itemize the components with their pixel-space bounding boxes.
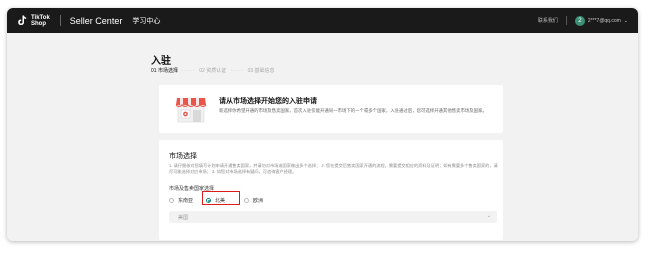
country-select[interactable]: 美国 ⌄ (169, 211, 497, 223)
contact-us-link[interactable]: 联系我们 (538, 17, 558, 24)
step-market-selection: 01 市场选择 (151, 68, 178, 74)
step-basic-info: 03 基础信息 (247, 68, 275, 74)
step-indicator: 01 市场选择 ····· 02 资质认证 ····· 03 基础信息 (151, 67, 275, 75)
shop-storefront-icon (175, 94, 207, 124)
radio-circle[interactable] (169, 198, 174, 203)
step-qualification: 02 资质认证 (199, 68, 227, 74)
country-select-value: 美国 (178, 215, 189, 221)
radio-southeast-asia[interactable]: 东南亚 (169, 197, 193, 204)
radio-north-america[interactable]: 北美 (206, 197, 225, 204)
top-navbar: TikTok Shop Seller Center 学习中心 联系我们 2 2*… (7, 8, 638, 33)
page-title: 入驻 (151, 56, 171, 67)
chevron-down-icon[interactable]: ⌄ (624, 18, 628, 24)
radio-circle-checked[interactable] (206, 198, 211, 203)
tiktok-logo-icon (16, 15, 28, 27)
intro-description: 新选择你希望开通的市场及售卖国家，首次入驻仅能开通同一市场下的一个或多个国家，入… (219, 108, 487, 113)
step-separator: ····· (181, 67, 196, 74)
radio-label: 东南亚 (178, 198, 194, 204)
avatar[interactable]: 2 (574, 15, 585, 26)
step-separator: ····· (230, 67, 244, 74)
header-divider (59, 15, 61, 26)
tiktok-shop-logo[interactable]: TikTok Shop (16, 15, 50, 27)
chevron-down-icon[interactable]: ⌄ (487, 213, 491, 219)
logo-line2: Shop (31, 20, 46, 27)
account-email[interactable]: 2***7@qq.com (588, 18, 621, 24)
radio-label: 欧洲 (253, 198, 264, 204)
radio-circle[interactable] (244, 198, 249, 203)
intro-title: 请从市场选择开始您的入驻申请 (219, 98, 317, 105)
market-title: 市场选择 (169, 153, 197, 160)
app-window: TikTok Shop Seller Center 学习中心 联系我们 2 2*… (7, 8, 638, 241)
radio-europe[interactable]: 欧洲 (244, 197, 263, 204)
market-description: 1. 请仔细核对您填写计划申请开通售卖国家，并请勿对市场或国家做出多个选择； 2… (169, 163, 498, 174)
radio-label: 北美 (215, 198, 226, 204)
brand-title: Seller Center (69, 15, 123, 26)
market-selection-card: 市场选择 1. 请仔细核对您填写计划申请开通售卖国家，并请勿对市场或国家做出多个… (159, 140, 503, 240)
learning-center-link[interactable]: 学习中心 (132, 16, 160, 26)
header-separator (565, 16, 567, 25)
intro-card: 请从市场选择开始您的入驻申请 新选择你希望开通的市场及售卖国家，首次入驻仅能开通… (159, 85, 503, 133)
